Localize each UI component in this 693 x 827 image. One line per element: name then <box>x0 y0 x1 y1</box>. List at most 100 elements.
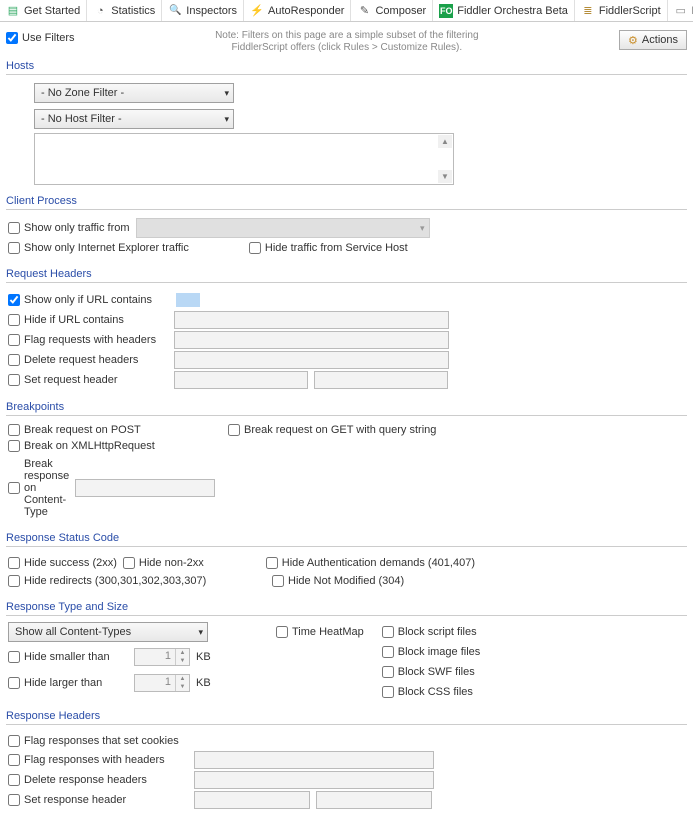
delete-request-headers-input[interactable] <box>8 354 20 366</box>
show-url-contains-input[interactable] <box>8 294 20 306</box>
set-request-header-name-field[interactable] <box>174 371 308 389</box>
break-xhr-checkbox[interactable]: Break on XMLHttpRequest <box>8 440 208 452</box>
flag-cookies-checkbox[interactable]: Flag responses that set cookies <box>8 735 179 747</box>
set-response-header-value-field[interactable] <box>316 791 432 809</box>
tab-label: Composer <box>375 5 426 17</box>
use-filters-checkbox[interactable]: Use Filters <box>6 32 75 44</box>
fo-icon: FO <box>439 4 453 18</box>
hide-304-checkbox[interactable]: Hide Not Modified (304) <box>272 575 404 587</box>
kb-label: KB <box>196 677 211 689</box>
block-css-checkbox[interactable]: Block CSS files <box>382 686 481 698</box>
break-content-type-field[interactable] <box>75 479 215 497</box>
host-filter-value: - No Host Filter - <box>41 113 122 125</box>
magnifier-icon <box>168 4 182 18</box>
show-ie-checkbox[interactable]: Show only Internet Explorer traffic <box>8 242 189 254</box>
log-icon <box>674 4 688 18</box>
zone-filter-select[interactable]: - No Zone Filter - ▾ <box>34 83 234 103</box>
flag-response-headers-checkbox[interactable]: Flag responses with headers <box>8 754 188 766</box>
scroll-down-icon[interactable] <box>438 170 452 183</box>
set-request-header-value-field[interactable] <box>314 371 448 389</box>
hide-service-host-checkbox[interactable]: Hide traffic from Service Host <box>249 242 408 254</box>
tab-statistics[interactable]: Statistics <box>87 0 162 21</box>
use-filters-label: Use Filters <box>22 32 75 44</box>
lightning-icon <box>250 4 264 18</box>
block-image-checkbox[interactable]: Block image files <box>382 646 481 658</box>
scroll-up-icon[interactable] <box>438 135 452 148</box>
set-request-header-checkbox[interactable]: Set request header <box>8 374 168 386</box>
show-ie-input[interactable] <box>8 242 20 254</box>
set-response-header-name-field[interactable] <box>194 791 310 809</box>
hosts-textarea[interactable] <box>34 133 454 185</box>
note-text: Note: Filters on this page are a simple … <box>83 30 611 54</box>
client-process-title: Client Process <box>6 195 687 207</box>
show-url-contains-checkbox[interactable]: Show only if URL contains <box>8 294 168 306</box>
request-headers-title: Request Headers <box>6 268 687 280</box>
status-code-title: Response Status Code <box>6 532 687 544</box>
break-get-checkbox[interactable]: Break request on GET with query string <box>228 424 436 436</box>
hide-smaller-checkbox[interactable]: Hide smaller than <box>8 651 128 663</box>
hide-url-contains-checkbox[interactable]: Hide if URL contains <box>8 314 168 326</box>
flag-response-headers-field[interactable] <box>194 751 434 769</box>
hosts-title: Hosts <box>6 60 687 72</box>
use-filters-input[interactable] <box>6 32 18 44</box>
tab-fiddlerscript[interactable]: FiddlerScript <box>575 0 668 21</box>
chevron-down-icon: ▾ <box>224 88 229 99</box>
show-only-traffic-checkbox[interactable]: Show only traffic from <box>8 222 130 234</box>
process-select[interactable]: ▾ <box>136 218 430 238</box>
tab-label: Fiddler Orchestra Beta <box>457 5 568 17</box>
hide-larger-checkbox[interactable]: Hide larger than <box>8 677 128 689</box>
pencil-icon <box>357 4 371 18</box>
block-swf-checkbox[interactable]: Block SWF files <box>382 666 481 678</box>
set-request-header-input[interactable] <box>8 374 20 386</box>
set-response-header-checkbox[interactable]: Set response header <box>8 794 188 806</box>
content-type-select[interactable]: Show all Content-Types ▾ <box>8 622 208 642</box>
flag-requests-headers-checkbox[interactable]: Flag requests with headers <box>8 334 168 346</box>
filters-panel: Use Filters Note: Filters on this page a… <box>0 22 693 827</box>
clock-icon <box>93 4 107 18</box>
tab-label: Inspectors <box>186 5 237 17</box>
time-heatmap-checkbox[interactable]: Time HeatMap <box>276 626 364 638</box>
tab-log[interactable]: Log <box>668 0 693 21</box>
hide-service-host-input[interactable] <box>249 242 261 254</box>
zone-filter-value: - No Zone Filter - <box>41 87 124 99</box>
tab-orchestra[interactable]: FO Fiddler Orchestra Beta <box>433 0 575 21</box>
tab-inspectors[interactable]: Inspectors <box>162 0 244 21</box>
tab-label: Get Started <box>24 5 80 17</box>
script-icon <box>581 4 595 18</box>
tab-composer[interactable]: Composer <box>351 0 433 21</box>
hide-auth-checkbox[interactable]: Hide Authentication demands (401,407) <box>266 557 475 569</box>
tab-autoresponder[interactable]: AutoResponder <box>244 0 351 21</box>
hide-url-contains-field[interactable] <box>174 311 449 329</box>
tab-get-started[interactable]: Get Started <box>0 0 87 21</box>
tab-label: Statistics <box>111 5 155 17</box>
show-only-traffic-input[interactable] <box>8 222 20 234</box>
doc-icon <box>6 4 20 18</box>
flag-requests-headers-input[interactable] <box>8 334 20 346</box>
hide-smaller-spinner[interactable]: 1 ▲▼ <box>134 648 190 666</box>
break-content-type-checkbox[interactable]: Break response on Content-Type <box>8 458 69 518</box>
hide-larger-spinner[interactable]: 1 ▲▼ <box>134 674 190 692</box>
block-script-checkbox[interactable]: Block script files <box>382 626 481 638</box>
tab-label: FiddlerScript <box>599 5 661 17</box>
chevron-down-icon: ▾ <box>224 114 229 125</box>
type-size-title: Response Type and Size <box>6 601 687 613</box>
flag-requests-headers-field[interactable] <box>174 331 449 349</box>
delete-response-headers-field[interactable] <box>194 771 434 789</box>
chevron-down-icon: ▾ <box>420 223 425 234</box>
tab-bar: Get Started Statistics Inspectors AutoRe… <box>0 0 693 22</box>
kb-label: KB <box>196 651 211 663</box>
delete-response-headers-checkbox[interactable]: Delete response headers <box>8 774 188 786</box>
actions-button[interactable]: Actions <box>619 30 687 50</box>
hide-url-contains-input[interactable] <box>8 314 20 326</box>
delete-request-headers-field[interactable] <box>174 351 449 369</box>
hide-redirects-checkbox[interactable]: Hide redirects (300,301,302,303,307) <box>8 575 244 587</box>
host-filter-select[interactable]: - No Host Filter - ▾ <box>34 109 234 129</box>
response-headers-title: Response Headers <box>6 710 687 722</box>
hide-2xx-checkbox[interactable]: Hide success (2xx) <box>8 557 117 569</box>
actions-label: Actions <box>642 34 678 46</box>
chevron-down-icon: ▾ <box>198 627 203 638</box>
break-post-checkbox[interactable]: Break request on POST <box>8 424 208 436</box>
hide-non2xx-checkbox[interactable]: Hide non-2xx <box>123 557 204 569</box>
delete-request-headers-checkbox[interactable]: Delete request headers <box>8 354 168 366</box>
show-url-contains-field[interactable] <box>174 291 449 309</box>
